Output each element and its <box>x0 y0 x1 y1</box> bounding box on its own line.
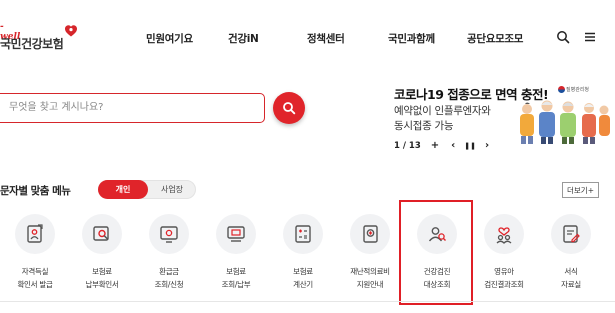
service-label-line2: 검진결과조회 <box>484 280 524 289</box>
search-box <box>0 93 265 123</box>
agency-logo-icon <box>558 86 565 93</box>
certificate-icon <box>15 214 55 254</box>
banner-add-button[interactable]: + <box>431 141 439 151</box>
service-label-line2: 자료실 <box>561 280 581 289</box>
search-input[interactable] <box>9 94 249 121</box>
toggle-business[interactable]: 사업장 <box>147 180 197 199</box>
menu-icon[interactable] <box>583 30 597 44</box>
nav-about-agency[interactable]: 공단요모조모 <box>467 31 523 46</box>
document-search-icon <box>82 214 122 254</box>
custom-menu-title: 문자별 맞춤 메뉴 <box>0 185 71 197</box>
logo-korean-text: 국민건강보험 <box>0 37 64 51</box>
search-icon[interactable] <box>556 30 570 44</box>
refund-icon <box>149 214 189 254</box>
service-label-line1: 영유아 <box>494 267 514 276</box>
nav-health-in[interactable]: 건강iN <box>228 31 259 46</box>
service-label-line1: 환급금 <box>159 267 179 276</box>
banner-next-button[interactable]: › <box>485 141 489 151</box>
service-label-line2: 확인서 발급 <box>17 280 53 289</box>
banner-pager: 1 / 13 + ‹ ❚❚ › <box>394 140 489 152</box>
toggle-personal[interactable]: 개인 <box>98 180 148 199</box>
banner-illustration <box>520 100 610 144</box>
banner-prev-button[interactable]: ‹ <box>451 141 455 151</box>
site-header: -well 국민건강보험 민원여기요 건강iN 정책센터 국민과함께 공단요모조… <box>0 0 615 78</box>
service-label-line2: 지원안내 <box>356 280 384 289</box>
search-icon <box>283 102 296 115</box>
payment-icon <box>216 214 256 254</box>
forms-icon <box>551 214 591 254</box>
service-label-line1: 재난적의료비 <box>350 267 390 276</box>
heart-icon <box>65 25 77 37</box>
calculator-icon <box>283 214 323 254</box>
divider <box>0 301 615 302</box>
nav-with-citizens[interactable]: 국민과함께 <box>388 31 435 46</box>
nav-policy-center[interactable]: 정책센터 <box>307 31 345 46</box>
service-label-line1: 보험료 <box>226 267 246 276</box>
menu-type-toggle: 개인 사업장 <box>98 180 196 199</box>
selection-highlight-box <box>399 200 473 305</box>
service-label-line1: 자격득실 <box>21 267 49 276</box>
service-label-line2: 조회/신청 <box>154 280 184 289</box>
service-label-line1: 보험료 <box>92 267 112 276</box>
more-button[interactable]: 더보기+ <box>562 182 599 198</box>
search-button[interactable] <box>273 92 305 124</box>
service-label-line1: 서식 <box>564 267 578 276</box>
service-label-line1: 보험료 <box>293 267 313 276</box>
medical-support-icon <box>350 214 390 254</box>
nav-civil-petition[interactable]: 민원여기요 <box>146 31 193 46</box>
agency-name: 질병관리청 <box>566 87 590 93</box>
banner-subtitle-line2: 동시접종 가능 <box>394 120 454 132</box>
service-label-line2: 납부확인서 <box>85 280 119 289</box>
service-label-line2: 조회/납부 <box>221 280 251 289</box>
banner-subtitle-line1: 예약없이 인플루엔자와 <box>394 105 491 117</box>
pager-count: 1 / 13 <box>394 141 421 151</box>
banner-pause-button[interactable]: ❚❚ <box>464 141 476 151</box>
infant-icon <box>484 214 524 254</box>
service-label-line2: 계산기 <box>293 280 313 289</box>
